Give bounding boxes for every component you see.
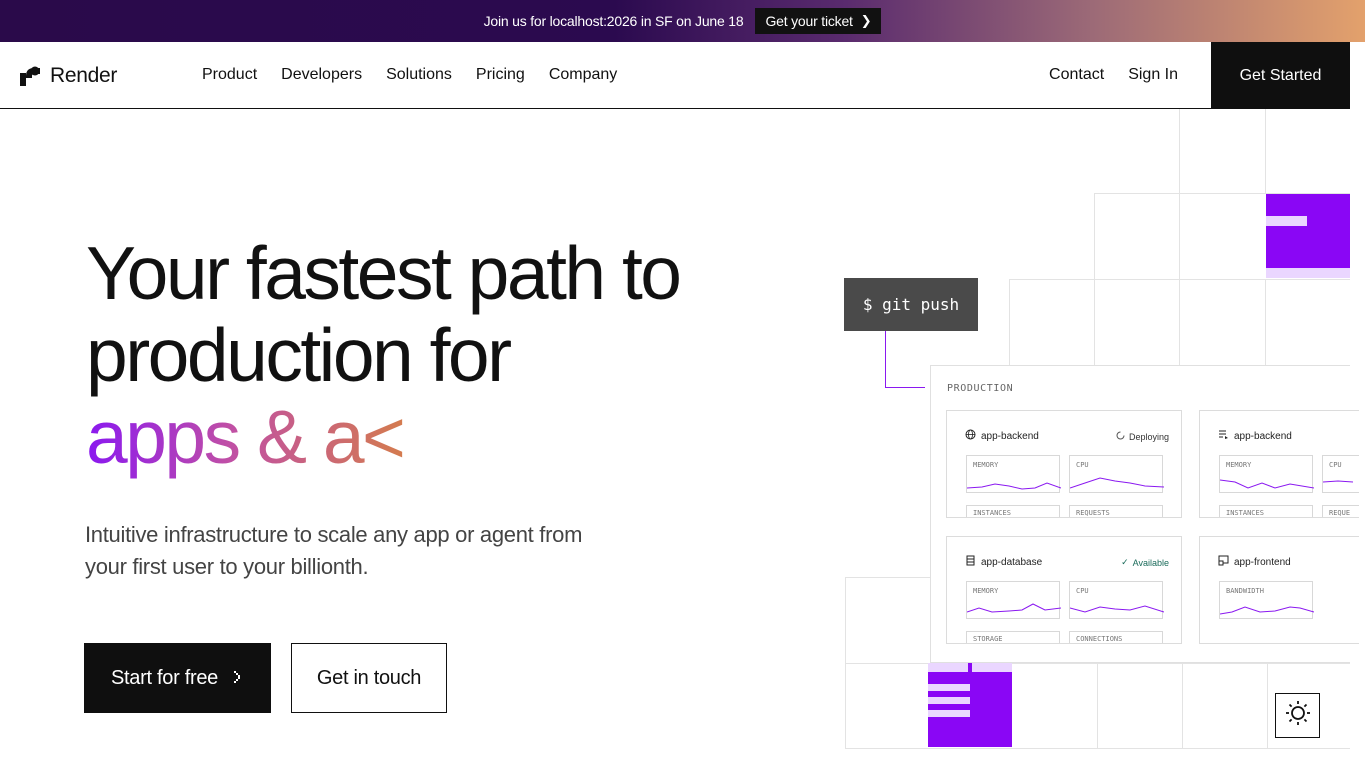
grid-line: [1267, 663, 1268, 748]
nav-company[interactable]: Company: [549, 66, 617, 84]
status-badge: ✓ Available: [1121, 557, 1169, 568]
metric-label: CPU: [1076, 587, 1089, 595]
decorative-stripe: [928, 697, 970, 704]
nav-developers[interactable]: Developers: [281, 66, 362, 84]
metric-label: BANDWIDTH: [1226, 587, 1264, 595]
metric-chart: CPU: [1069, 455, 1164, 493]
production-panel: PRODUCTION app-backend Deploying MEMORY …: [930, 365, 1359, 663]
announcement-text: Join us for localhost:2026 in SF on June…: [483, 13, 744, 29]
headline-typed-line: apps & a<: [86, 395, 406, 479]
decorative-stripe: [1266, 268, 1350, 278]
service-card: app-database ✓ Available MEMORY CPU STOR…: [946, 536, 1182, 644]
hero-headline: Your fastest path to production for apps…: [86, 232, 806, 478]
panel-title: PRODUCTION: [947, 383, 1014, 394]
metric-label: INSTANCES: [973, 509, 1011, 517]
headline-line-1: Your fastest path to: [86, 231, 682, 315]
grid-line: [845, 748, 1350, 749]
git-push-terminal: $ git push: [844, 278, 978, 331]
metric-label: MEMORY: [1226, 461, 1252, 469]
metric-label: CONNECTIONS: [1076, 635, 1123, 643]
brand-name: Render: [50, 64, 118, 87]
main-nav: Product Developers Solutions Pricing Com…: [202, 66, 617, 84]
status-badge: Deploying: [1116, 431, 1169, 442]
get-started-button[interactable]: Get Started: [1211, 42, 1350, 109]
grid-line: [1265, 109, 1266, 194]
get-ticket-button[interactable]: Get your ticket ❯: [755, 8, 882, 34]
start-for-free-button[interactable]: Start for free: [84, 643, 271, 713]
metric-label: MEMORY: [973, 461, 999, 469]
brand-logo[interactable]: Render: [20, 64, 117, 88]
secondary-nav: Contact Sign In: [1049, 66, 1178, 84]
decorative-stripe: [928, 710, 970, 717]
service-name: app-backend: [981, 430, 1039, 442]
sun-icon: [1285, 700, 1311, 731]
service-name: app-database: [981, 556, 1043, 568]
frontend-icon: [1218, 555, 1229, 569]
announcement-bar: Join us for localhost:2026 in SF on June…: [0, 0, 1365, 42]
service-name: app-frontend: [1234, 556, 1291, 568]
service-card: app-backend Deploying MEMORY CPU INSTANC…: [946, 410, 1182, 518]
get-in-touch-button[interactable]: Get in touch: [291, 643, 447, 713]
chevron-right-icon: [232, 667, 244, 690]
connector-line: [885, 331, 886, 388]
metric-label: CPU: [1329, 461, 1342, 469]
status-text: Deploying: [1128, 431, 1169, 442]
metric-label: STORAGE: [973, 635, 1003, 643]
start-for-free-label: Start for free: [111, 666, 218, 689]
nav-signin[interactable]: Sign In: [1128, 66, 1178, 84]
nav-pricing[interactable]: Pricing: [476, 66, 525, 84]
metric-chart: CPU: [1069, 581, 1164, 619]
decorative-stripe: [968, 663, 972, 672]
grid-line: [1179, 109, 1180, 194]
metric-label: MEMORY: [973, 587, 999, 595]
grid-line: [1009, 279, 1350, 280]
grid-line: [1182, 663, 1183, 748]
metric-chart: BANDWIDTH: [1219, 581, 1314, 619]
metric-chart: CPU: [1322, 455, 1359, 493]
chevron-right-icon: ❯: [860, 13, 872, 28]
metric-label: CPU: [1076, 461, 1089, 469]
site-header: Render Product Developers Solutions Pric…: [0, 42, 1350, 109]
headline-line-2: production for: [86, 313, 512, 397]
grid-line: [1097, 663, 1098, 748]
spinner-icon: [1116, 431, 1125, 442]
database-icon: [965, 555, 976, 569]
hero-subtitle: Intuitive infrastructure to scale any ap…: [85, 522, 583, 579]
connector-line: [885, 387, 925, 388]
metric-chart: MEMORY: [966, 455, 1061, 493]
metric-label: REQUE: [1329, 509, 1351, 517]
nav-product[interactable]: Product: [202, 66, 257, 84]
grid-line: [1009, 279, 1010, 365]
decorative-stripe: [1266, 216, 1307, 226]
service-icon: [1218, 429, 1229, 443]
metric-label: REQUESTS: [1076, 509, 1110, 517]
decorative-purple-block: [1266, 194, 1350, 268]
service-card: app-frontend BANDWIDTH: [1199, 536, 1359, 644]
grid-line: [1265, 279, 1266, 365]
decorative-stripe: [928, 684, 970, 691]
globe-icon: [965, 429, 976, 443]
service-name: app-backend: [1234, 430, 1292, 442]
get-ticket-label: Get your ticket: [765, 13, 853, 29]
metric-chart: MEMORY: [1219, 455, 1314, 493]
check-icon: ✓: [1121, 557, 1129, 567]
theme-toggle-button[interactable]: [1275, 693, 1320, 738]
metric-label: INSTANCES: [1226, 509, 1264, 517]
grid-line: [845, 577, 930, 578]
status-text: Available: [1132, 557, 1169, 568]
metric-chart: MEMORY: [966, 581, 1061, 619]
nav-contact[interactable]: Contact: [1049, 66, 1104, 84]
nav-solutions[interactable]: Solutions: [386, 66, 452, 84]
service-card: app-backend MEMORY CPU INSTANCES REQUE: [1199, 410, 1359, 518]
render-logo-icon: [20, 66, 40, 86]
